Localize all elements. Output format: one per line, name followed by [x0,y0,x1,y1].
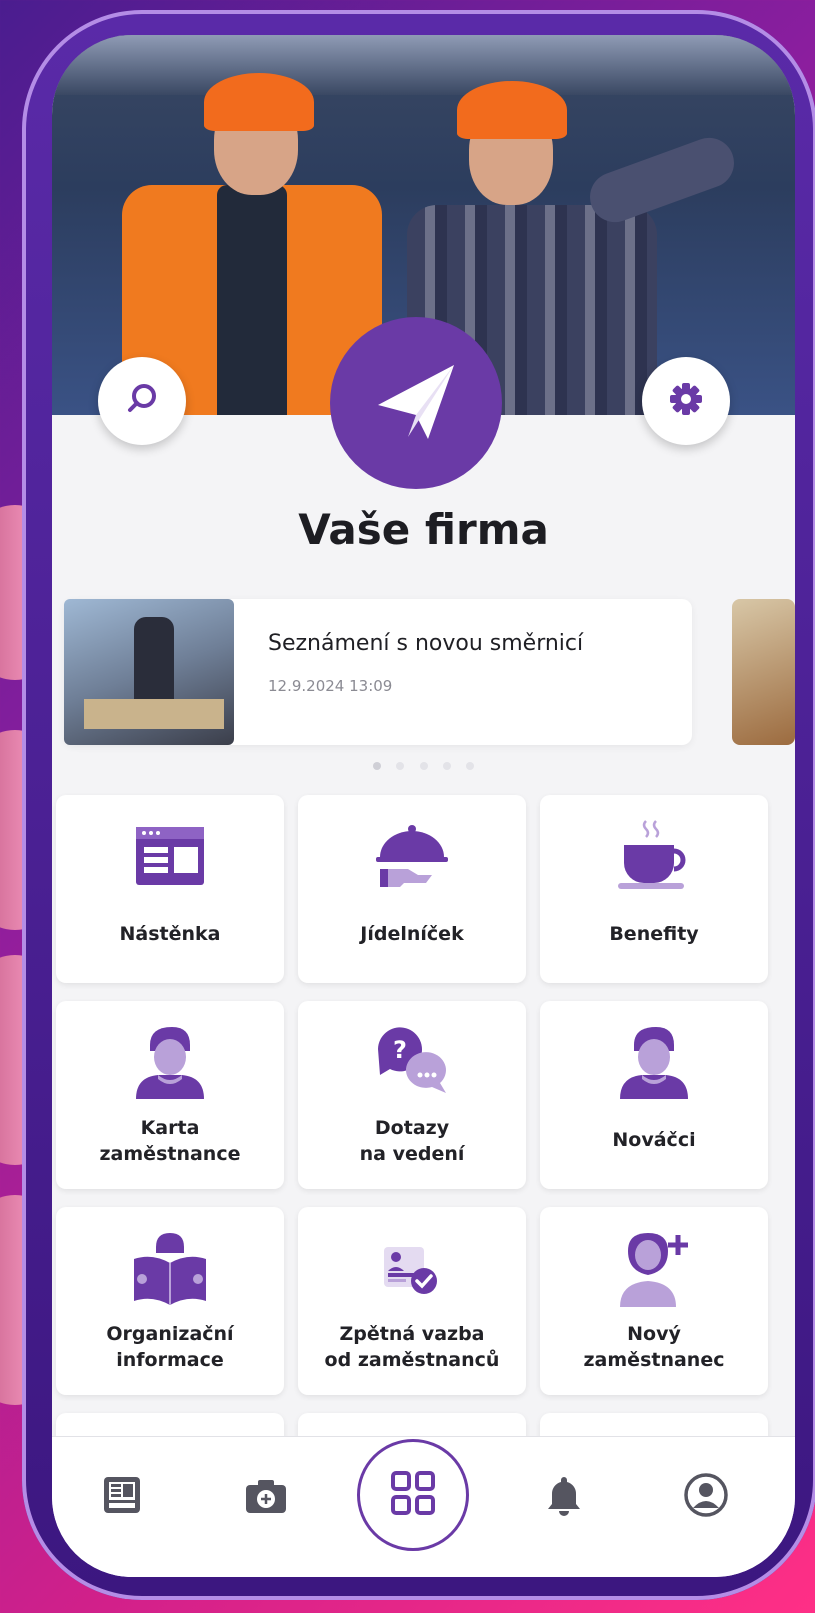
nav-modules[interactable] [357,1439,469,1551]
tile-label: Benefity [609,923,699,945]
bell-icon [542,1473,586,1521]
tile-label: Organizační informace [106,1323,234,1371]
reading-book-icon [130,1229,210,1309]
add-employee-icon [614,1229,694,1309]
bottom-navigation [52,1436,795,1577]
carousel-dot[interactable] [442,762,451,770]
tile-label: Nástěnka [119,923,221,945]
tile-novy-zamestnanec[interactable]: Nový zaměstnanec [540,1207,768,1395]
questions-chat-icon: ? [372,1023,452,1103]
carousel-dot[interactable] [373,762,382,770]
tile-novacci[interactable]: Nováčci [540,1001,768,1189]
tile-dotazy-na-vedeni[interactable]: ? Dotazy na vedení [298,1001,526,1189]
carousel-dots [52,755,795,774]
settings-button[interactable] [642,357,730,445]
coffee-cup-icon [614,817,694,897]
food-cloche-icon [372,817,452,897]
gear-icon [666,379,706,423]
employee-card-icon [130,1023,210,1103]
nav-camera[interactable] [236,1467,296,1527]
carousel-dot[interactable] [419,762,428,770]
company-logo [330,317,502,489]
carousel-dot[interactable] [465,762,474,770]
svg-text:?: ? [393,1036,407,1064]
paper-plane-icon [368,353,464,453]
news-thumbnail [64,599,234,745]
tile-nastenka[interactable]: Nástěnka [56,795,284,983]
grid-menu-icon [389,1469,437,1521]
tile-benefity[interactable]: Benefity [540,795,768,983]
tile-label: Nováčci [612,1129,696,1151]
bulletin-board-icon [130,817,210,897]
tile-label: Karta zaměstnance [99,1117,241,1165]
news-card[interactable]: Seznámení s novou směrnicí 12.9.2024 13:… [64,599,692,745]
news-title: Seznámení s novou směrnicí [268,631,584,656]
page-title: Vaše firma [298,505,549,554]
nav-notifications[interactable] [534,1467,594,1527]
tile-organizacni-informace[interactable]: Organizační informace [56,1207,284,1395]
tile-label: Nový zaměstnanec [583,1323,725,1371]
feedback-check-icon [372,1229,452,1309]
news-feed-icon [100,1473,144,1521]
tile-jidelnicek[interactable]: Jídelníček [298,795,526,983]
search-button[interactable] [98,357,186,445]
tile-label: Zpětná vazba od zaměstnanců [324,1323,500,1371]
tile-label: Jídelníček [360,923,464,945]
carousel-dot[interactable] [396,762,405,770]
nav-profile[interactable] [676,1467,736,1527]
news-date: 12.9.2024 13:09 [268,677,393,695]
next-news-card[interactable] [732,599,795,745]
camera-icon [244,1473,288,1521]
tile-label: Dotazy na vedení [359,1117,465,1165]
tile-zpetna-vazba[interactable]: Zpětná vazba od zaměstnanců [298,1207,526,1395]
app-screen: Vaše firma Seznámení s novou směrnicí 12… [52,35,795,1577]
profile-icon [683,1472,729,1522]
nav-news[interactable] [92,1467,152,1527]
newcomers-icon [614,1023,694,1103]
search-icon [122,379,162,423]
tile-karta-zamestnance[interactable]: Karta zaměstnance [56,1001,284,1189]
